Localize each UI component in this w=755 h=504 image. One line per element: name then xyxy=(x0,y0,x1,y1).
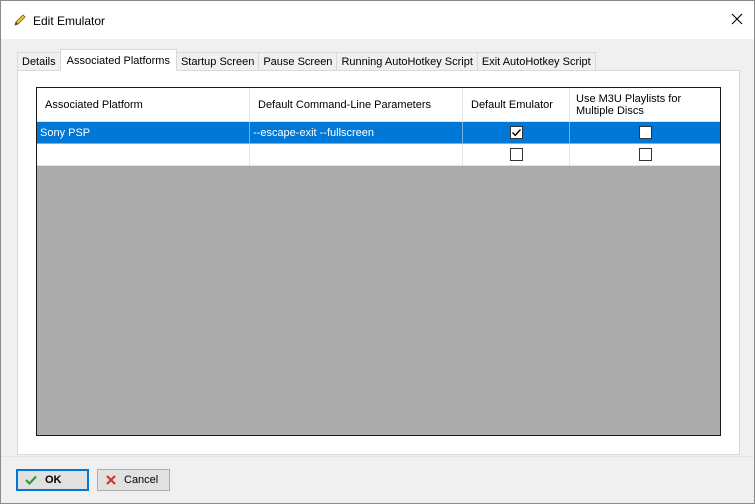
tab-exit-autohotkey-script[interactable]: Exit AutoHotkey Script xyxy=(476,52,596,71)
title-bar: Edit Emulator xyxy=(1,1,754,39)
default-emulator-checkbox[interactable] xyxy=(509,126,523,139)
use-m3u-checkbox[interactable] xyxy=(638,148,652,161)
edit-emulator-dialog: Edit Emulator Details Associated Platfor… xyxy=(0,0,755,504)
tab-running-autohotkey-script[interactable]: Running AutoHotkey Script xyxy=(336,52,478,71)
parameters-cell[interactable]: --escape-exit --fullscreen xyxy=(250,122,463,144)
tab-pause-screen[interactable]: Pause Screen xyxy=(258,52,338,71)
associated-platforms-panel: Associated Platform Default Command-Line… xyxy=(17,70,740,455)
x-icon xyxy=(106,475,116,485)
platforms-grid[interactable]: Associated Platform Default Command-Line… xyxy=(36,87,721,436)
column-header-platform[interactable]: Associated Platform xyxy=(37,88,250,122)
tab-strip: Details Associated Platforms Startup Scr… xyxy=(17,49,596,71)
use-m3u-checkbox[interactable] xyxy=(638,126,652,139)
platform-cell[interactable]: Sony PSP xyxy=(37,122,250,144)
column-header-default-emulator[interactable]: Default Emulator xyxy=(463,88,570,122)
table-row[interactable]: Sony PSP --escape-exit --fullscreen xyxy=(37,122,720,144)
close-button[interactable] xyxy=(726,10,748,30)
checkmark-icon xyxy=(25,475,37,485)
default-emulator-checkbox[interactable] xyxy=(509,148,523,161)
use-m3u-cell xyxy=(570,144,720,166)
table-row[interactable] xyxy=(37,144,720,166)
column-header-parameters[interactable]: Default Command-Line Parameters xyxy=(250,88,463,122)
tab-associated-platforms[interactable]: Associated Platforms xyxy=(59,49,177,71)
platform-cell[interactable] xyxy=(37,144,250,166)
default-emulator-cell xyxy=(463,144,570,166)
ok-button[interactable]: OK xyxy=(16,469,89,491)
tab-startup-screen[interactable]: Startup Screen xyxy=(175,52,260,71)
tab-details[interactable]: Details xyxy=(17,52,61,71)
footer-divider xyxy=(1,456,754,457)
column-header-use-m3u[interactable]: Use M3U Playlists for Multiple Discs xyxy=(570,88,720,122)
default-emulator-cell xyxy=(463,122,570,144)
parameters-cell[interactable] xyxy=(250,144,463,166)
pencil-icon xyxy=(13,13,27,27)
grid-header: Associated Platform Default Command-Line… xyxy=(37,88,720,122)
cancel-button[interactable]: Cancel xyxy=(97,469,170,491)
close-icon xyxy=(731,13,743,28)
cancel-label: Cancel xyxy=(124,474,159,486)
window-title: Edit Emulator xyxy=(33,14,106,28)
ok-label: OK xyxy=(45,474,62,486)
use-m3u-cell xyxy=(570,122,720,144)
